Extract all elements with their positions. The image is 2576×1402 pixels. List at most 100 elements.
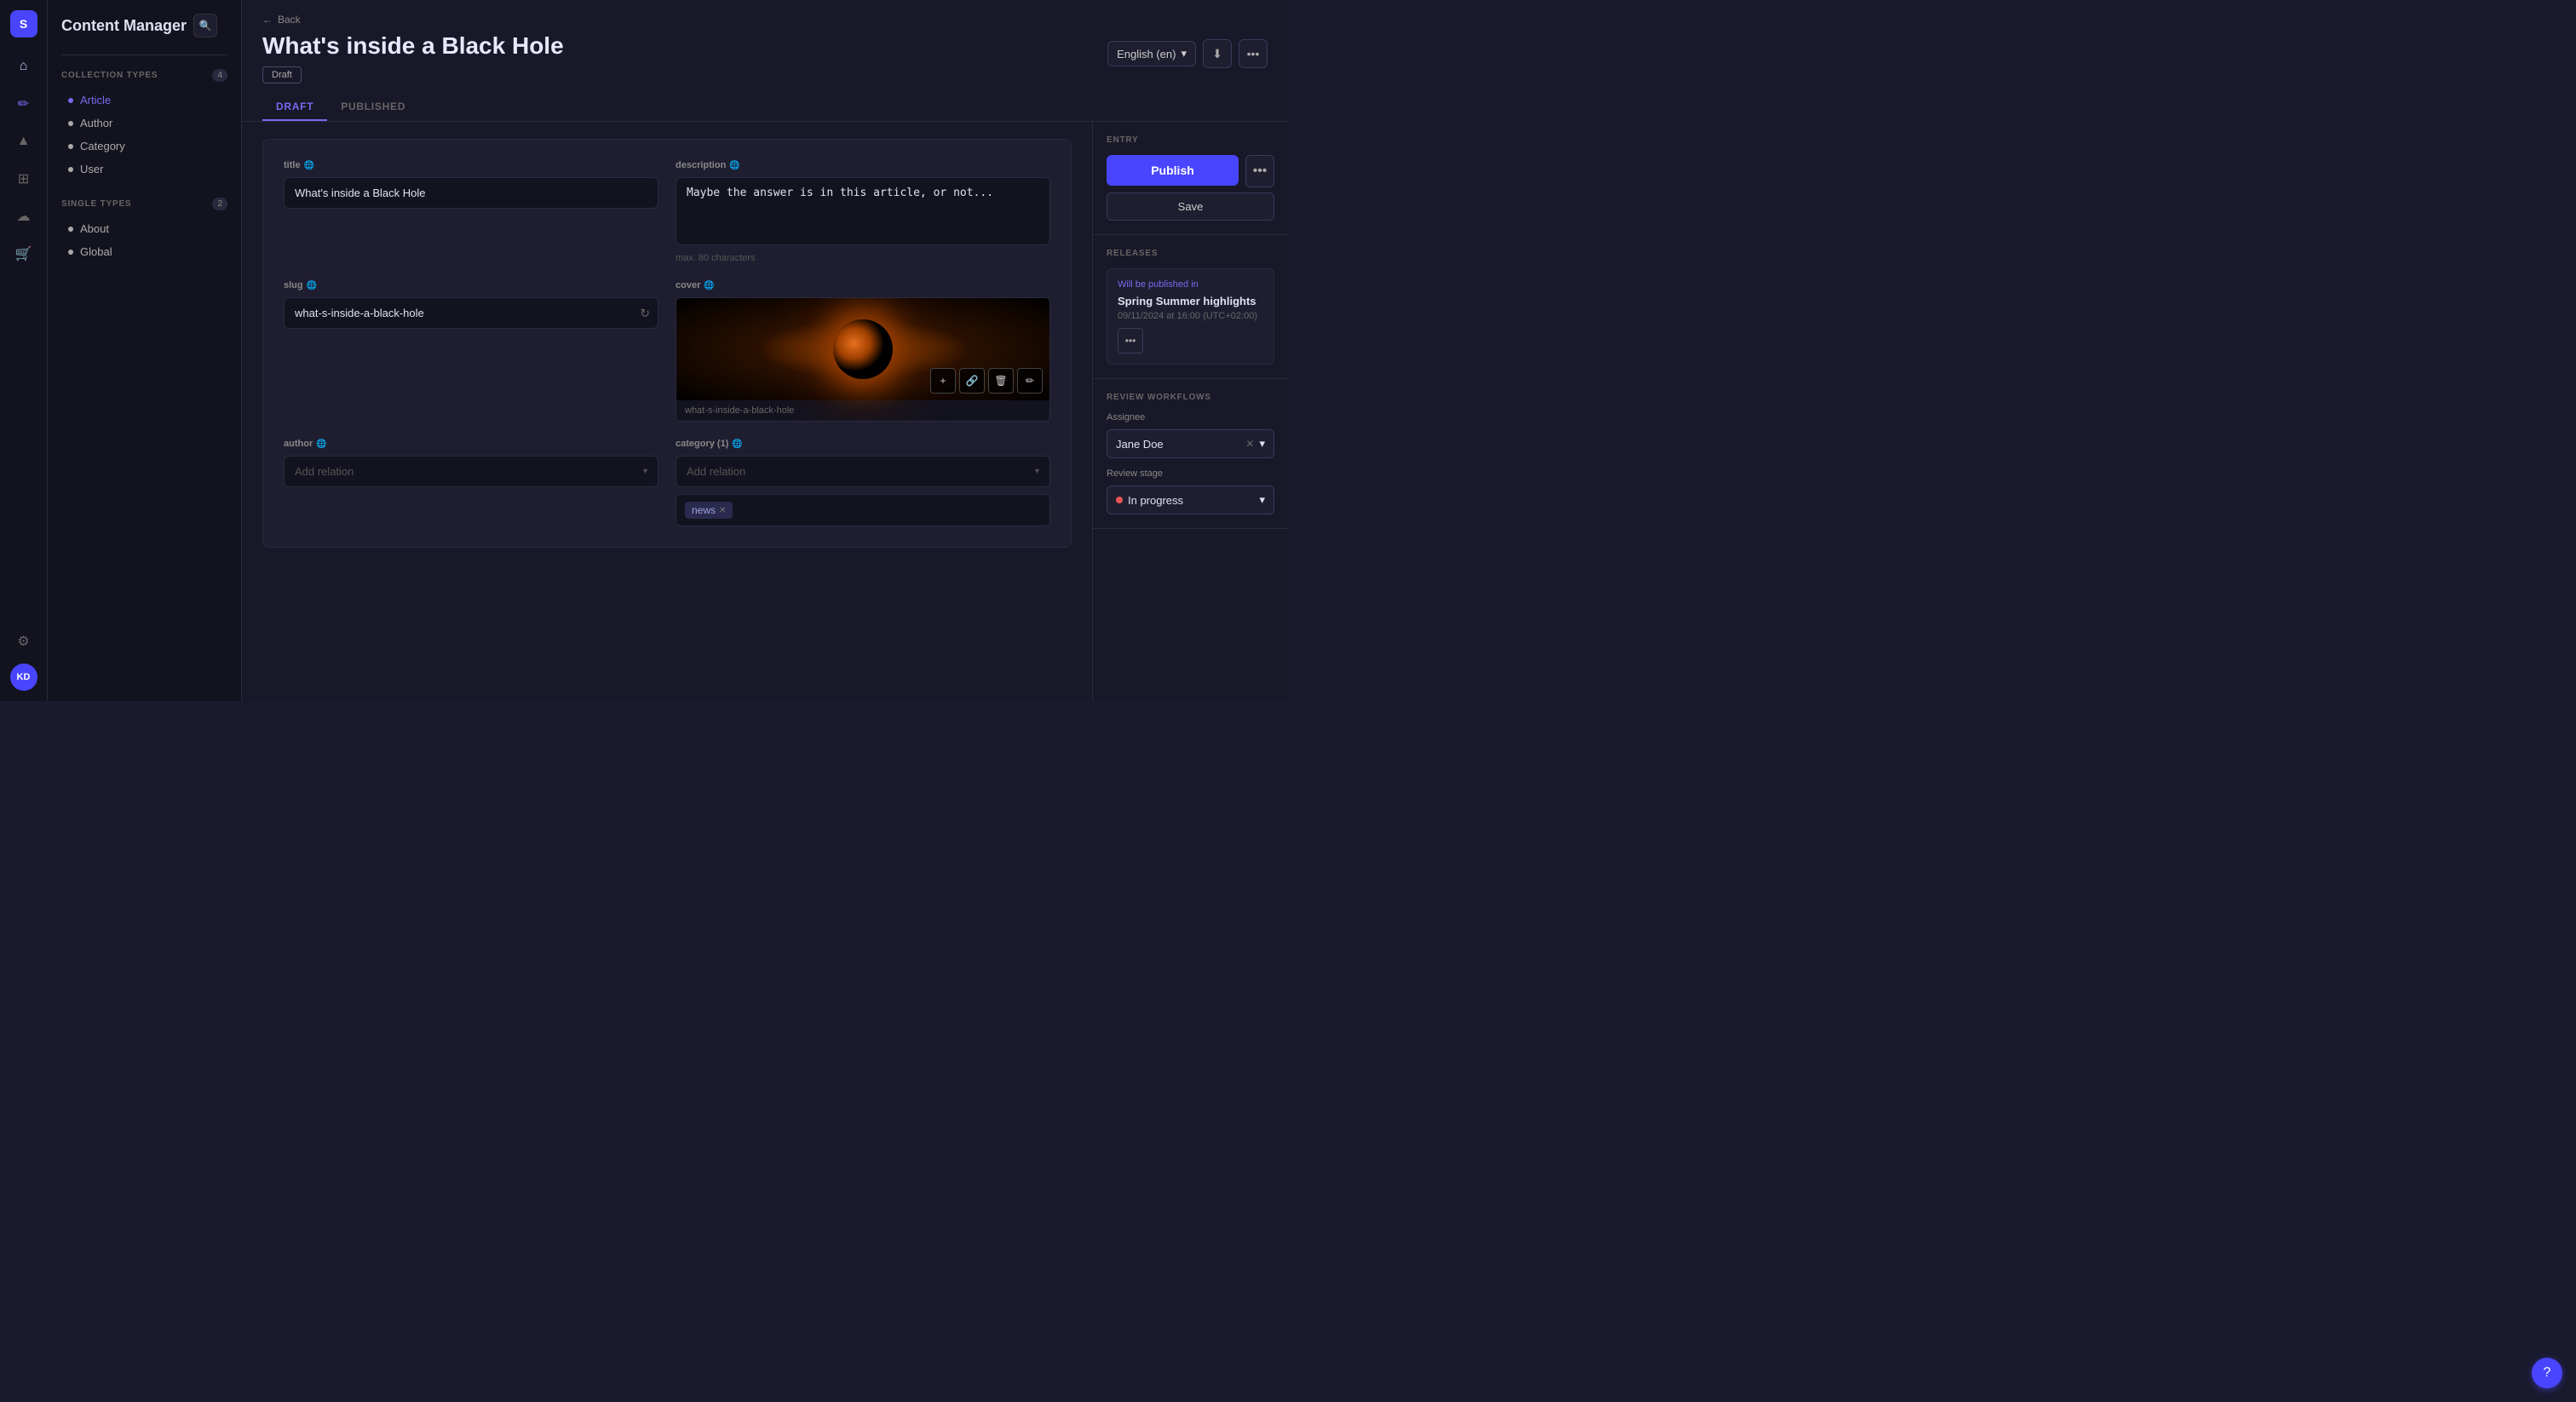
sidebar-item-dot (68, 167, 73, 172)
assignee-label: Assignee (1107, 412, 1274, 422)
title-col: title 🌐 (284, 160, 658, 263)
title-input[interactable] (284, 177, 658, 209)
tag-remove-button[interactable]: ✕ (719, 506, 726, 515)
sidebar-item-user[interactable]: User (48, 158, 241, 181)
nav-marketplace[interactable]: 🛒 (9, 238, 39, 269)
back-arrow-icon: ← (262, 14, 273, 26)
slug-refresh-icon[interactable]: ↻ (640, 306, 650, 320)
assignee-name: Jane Doe (1116, 438, 1164, 451)
tag-label: news (692, 504, 716, 516)
nav-cloud[interactable]: ☁ (9, 201, 39, 232)
more-options-button[interactable]: ••• (1239, 39, 1268, 68)
review-stage-selector[interactable]: In progress ▾ (1107, 486, 1274, 514)
single-types-header: Single Types 2 (48, 191, 241, 217)
cover-delete-button[interactable]: 🗑 (988, 368, 1014, 394)
user-avatar[interactable]: KD (10, 664, 37, 691)
nav-settings[interactable]: ⚙ (9, 626, 39, 657)
tab-published[interactable]: Published (327, 94, 419, 121)
title-row: ← Back What's inside a Black Hole Draft … (262, 14, 1268, 94)
back-link[interactable]: ← Back (262, 14, 564, 26)
slug-col: slug 🌐 ↻ (284, 280, 658, 422)
release-will-publish: Will be published in (1118, 279, 1263, 290)
language-selector[interactable]: English (en) ▾ (1107, 41, 1196, 66)
slug-input[interactable] (284, 297, 658, 329)
form-row-1: title 🌐 description 🌐 Maybe the answer i… (284, 160, 1050, 263)
page-title: What's inside a Black Hole (262, 32, 564, 60)
black-hole-image (833, 319, 893, 379)
entry-section: ENTRY Publish ••• Save (1093, 122, 1288, 235)
chevron-down-icon: ▾ (1181, 47, 1187, 60)
chevron-down-icon: ▾ (1259, 437, 1265, 451)
more-icon: ••• (1125, 335, 1136, 347)
description-input[interactable]: Maybe the answer is in this article, or … (676, 177, 1050, 245)
content-area: title 🌐 description 🌐 Maybe the answer i… (242, 122, 1288, 701)
sidebar-item-category[interactable]: Category (48, 135, 241, 158)
nav-plugins[interactable]: ⊞ (9, 164, 39, 194)
sidebar-search-button[interactable]: 🔍 (193, 14, 217, 37)
chevron-down-icon: ▾ (643, 467, 647, 476)
category-label: category (1) 🌐 (676, 439, 1050, 449)
entry-more-button[interactable]: ••• (1245, 155, 1274, 187)
tab-bar: Draft Published (262, 94, 1268, 121)
cover-link-button[interactable]: 🔗 (959, 368, 985, 394)
sidebar-item-label: Global (80, 245, 112, 258)
release-card: Will be published in Spring Summer highl… (1107, 268, 1274, 365)
assignee-clear-icon[interactable]: ✕ (1245, 438, 1254, 450)
category-col: category (1) 🌐 Add relation ▾ news ✕ (676, 439, 1050, 526)
single-types-label: Single Types (61, 199, 131, 209)
author-col: author 🌐 Add relation ▾ (284, 439, 658, 526)
main-content: ← Back What's inside a Black Hole Draft … (242, 0, 1288, 701)
slug-input-wrap: ↻ (284, 297, 658, 329)
sidebar-item-dot (68, 98, 73, 103)
publish-button[interactable]: Publish (1107, 155, 1239, 186)
cover-label: cover 🌐 (676, 280, 1050, 290)
sidebar-item-dot (68, 250, 73, 255)
category-placeholder: Add relation (687, 465, 745, 478)
release-more-button[interactable]: ••• (1118, 328, 1143, 353)
cover-image: + 🔗 🗑 ✏ (676, 298, 1049, 400)
sidebar-item-about[interactable]: About (48, 217, 241, 240)
sidebar-item-article[interactable]: Article (48, 89, 241, 112)
help-button[interactable]: ? (2532, 1358, 2562, 1388)
sidebar-item-label: About (80, 222, 109, 235)
releases-section-title: RELEASES (1107, 249, 1274, 258)
category-relation-select[interactable]: Add relation ▾ (676, 456, 1050, 487)
language-label: English (en) (1117, 48, 1176, 60)
sidebar-item-dot (68, 121, 73, 126)
form-row-3: author 🌐 Add relation ▾ category (1) 🌐 (284, 439, 1050, 526)
releases-section: RELEASES Will be published in Spring Sum… (1093, 235, 1288, 379)
sidebar-item-author[interactable]: Author (48, 112, 241, 135)
sidebar-title: Content Manager 🔍 (48, 14, 241, 48)
right-panel: ENTRY Publish ••• Save RELEASES Will (1092, 122, 1288, 701)
nav-home[interactable]: ⌂ (9, 51, 39, 82)
collection-types-header: Collection Types 4 (48, 62, 241, 89)
draft-badge: Draft (262, 66, 302, 83)
collection-types-badge: 4 (212, 69, 227, 82)
description-label: description 🌐 (676, 160, 1050, 170)
author-relation-select[interactable]: Add relation ▾ (284, 456, 658, 487)
sidebar-item-label: User (80, 163, 103, 175)
app-logo[interactable]: S (10, 10, 37, 37)
download-button[interactable]: ⬇ (1203, 39, 1232, 68)
stage-dot-icon (1116, 497, 1123, 503)
tab-draft[interactable]: Draft (262, 94, 327, 121)
nav-content[interactable]: ✏ (9, 89, 39, 119)
assignee-selector[interactable]: Jane Doe ✕ ▾ (1107, 429, 1274, 458)
cover-filename: what-s-inside-a-black-hole (676, 400, 1049, 421)
save-button[interactable]: Save (1107, 192, 1274, 221)
form-area: title 🌐 description 🌐 Maybe the answer i… (242, 122, 1092, 701)
author-label: author 🌐 (284, 439, 658, 449)
release-date: 09/11/2024 at 16:00 (UTC+02:00) (1118, 311, 1263, 321)
author-info-icon: 🌐 (316, 440, 326, 449)
review-workflows-section: REVIEW WORKFLOWS Assignee Jane Doe ✕ ▾ R… (1093, 379, 1288, 529)
cover-add-button[interactable]: + (930, 368, 956, 394)
category-tag: news ✕ (685, 502, 733, 519)
header-controls: English (en) ▾ ⬇ ••• (1107, 39, 1268, 68)
cover-edit-button[interactable]: ✏ (1017, 368, 1043, 394)
description-col: description 🌐 Maybe the answer is in thi… (676, 160, 1050, 263)
sidebar-item-global[interactable]: Global (48, 240, 241, 263)
nav-media[interactable]: ▲ (9, 126, 39, 157)
more-icon: ••• (1247, 47, 1260, 60)
form-card: title 🌐 description 🌐 Maybe the answer i… (262, 139, 1072, 548)
collection-types-label: Collection Types (61, 71, 158, 80)
